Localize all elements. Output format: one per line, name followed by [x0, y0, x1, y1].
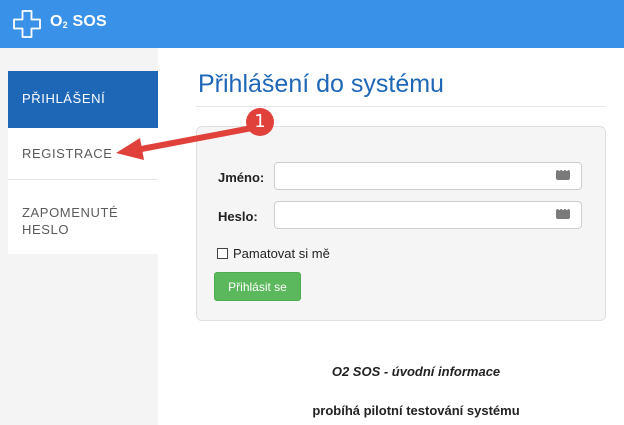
remember-me-checkbox[interactable]: [217, 248, 228, 259]
remember-me-label[interactable]: Pamatovat si mě: [233, 246, 330, 261]
sidebar-item-label: Zapomenuté heslo: [22, 205, 119, 237]
login-button[interactable]: Přihlásit se: [214, 272, 301, 301]
password-manager-icon[interactable]: [556, 166, 570, 180]
sidebar: Přihlášení Registrace Zapomenuté heslo: [0, 48, 158, 425]
info-heading: O2 SOS - úvodní informace: [331, 364, 501, 379]
top-bar: O2 SOS: [0, 0, 624, 48]
title-divider: [196, 106, 606, 107]
medical-cross-outline-icon: [13, 10, 41, 38]
annotation-badge-number: 1: [254, 111, 266, 132]
brand-text: O: [50, 13, 63, 30]
sidebar-item-forgot-password[interactable]: Zapomenuté heslo: [8, 180, 158, 254]
password-manager-icon[interactable]: [556, 205, 570, 219]
page-title: Přihlášení do systému: [198, 70, 444, 98]
sidebar-item-registration[interactable]: Registrace: [8, 128, 158, 180]
brand-logo-text[interactable]: O2 SOS: [50, 13, 107, 31]
info-text: probíhá pilotní testování systému: [312, 403, 520, 418]
sidebar-item-label: Registrace: [22, 146, 113, 161]
sidebar-item-label: Přihlášení: [22, 91, 106, 106]
password-field-label: Heslo:: [218, 209, 258, 224]
password-input[interactable]: [274, 201, 582, 229]
brand-text-rest: SOS: [67, 13, 107, 30]
name-field-label: Jméno:: [218, 170, 265, 185]
sidebar-item-login[interactable]: Přihlášení: [8, 71, 158, 128]
name-input[interactable]: [274, 162, 582, 190]
